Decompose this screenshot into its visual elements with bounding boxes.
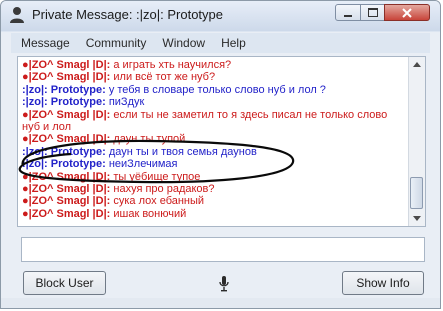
message-text: неиЗлечимая [108,158,178,171]
scroll-thumb[interactable] [410,177,423,209]
message-sender: :|zo|: Prototype: [22,96,106,109]
minimize-button[interactable] [335,4,361,21]
message-text: у тебя в словаре только слово нуб и лол … [108,83,326,96]
status-bar [1,298,440,308]
message-line: ●|ZO^ Smagl |D|: если ты не заметил то я… [22,109,405,134]
message-text: нахуя про радаков? [113,183,215,196]
message-sender: ●|ZO^ Smagl |D|: [22,108,111,121]
message-line: ●|ZO^ Smagl |D|: сука лох ебанный [22,195,405,207]
message-sender: ●|ZO^ Smagl |D|: [22,71,111,84]
close-icon [402,7,412,18]
message-text: даун ты тупой [113,133,186,146]
message-sender: ●|ZO^ Smagl |D|: [22,195,111,208]
menu-window[interactable]: Window [162,36,205,50]
close-button[interactable] [384,4,430,21]
scroll-up-icon[interactable] [413,62,421,67]
message-line: :|zo|: Prototype: неиЗлечимая [22,158,405,170]
message-sender: ●|ZO^ Smagl |D|: [22,207,111,220]
minimize-icon [344,14,352,17]
maximize-button[interactable] [360,4,385,21]
title-bar[interactable]: Private Message: :|zo|: Prototype [1,1,440,31]
block-user-button[interactable]: Block User [23,271,106,295]
message-text: сука лох ебанный [113,195,205,208]
message-line: ●|ZO^ Smagl |D|: а играть хть научился? [22,59,405,71]
message-sender: ●|ZO^ Smagl |D|: [22,170,111,183]
message-sender: ●|ZO^ Smagl |D|: [22,133,111,146]
block-user-label: Block User [35,276,94,290]
window-title: Private Message: :|zo|: Prototype [32,7,224,22]
message-line: ●|ZO^ Smagl |D|: даун ты тупой [22,133,405,145]
message-text: или всё тот же нуб? [113,71,216,84]
user-icon [10,7,24,23]
message-line: :|zo|: Prototype: у тебя в словаре тольк… [22,84,405,96]
message-line: ●|ZO^ Smagl |D|: или всё тот же нуб? [22,71,405,83]
private-message-window: Private Message: :|zo|: Prototype Messag… [0,0,441,309]
menu-help[interactable]: Help [221,36,246,50]
message-sender: :|zo|: Prototype: [22,158,106,171]
message-line: ●|ZO^ Smagl |D|: нахуя про радаков? [22,183,405,195]
message-sender: ●|ZO^ Smagl |D|: [22,59,111,71]
message-sender: :|zo|: Prototype: [22,145,106,158]
message-text: а играть хть научился? [113,59,232,71]
chat-history[interactable]: ●|ZO^ Smagl |D|: а играть хть научился? … [17,56,426,227]
menu-bar: Message Community Window Help [11,33,430,53]
scroll-down-icon[interactable] [413,216,421,221]
message-input[interactable] [21,237,425,262]
microphone-icon[interactable] [219,276,229,292]
message-text: ты уёбище тупое [113,170,201,183]
menu-message[interactable]: Message [21,36,70,50]
chat-scrollbar[interactable] [408,57,425,226]
message-text: даун ты и твоя семья даунов [108,145,257,158]
menu-community[interactable]: Community [86,36,147,50]
maximize-icon [367,8,378,17]
message-text: ишак вонючий [113,207,187,220]
message-sender: ●|ZO^ Smagl |D|: [22,183,111,196]
show-info-button[interactable]: Show Info [342,271,424,295]
message-list: ●|ZO^ Smagl |D|: а играть хть научился? … [22,59,405,220]
message-line: ●|ZO^ Smagl |D|: ты уёбище тупое [22,171,405,183]
message-line: :|zo|: Prototype: даун ты и твоя семья д… [22,146,405,158]
message-line: ●|ZO^ Smagl |D|: ишак вонючий [22,208,405,220]
message-text: пиЗдук [108,96,145,109]
message-line: :|zo|: Prototype: пиЗдук [22,96,405,108]
message-sender: :|zo|: Prototype: [22,83,106,96]
show-info-label: Show Info [356,276,410,290]
